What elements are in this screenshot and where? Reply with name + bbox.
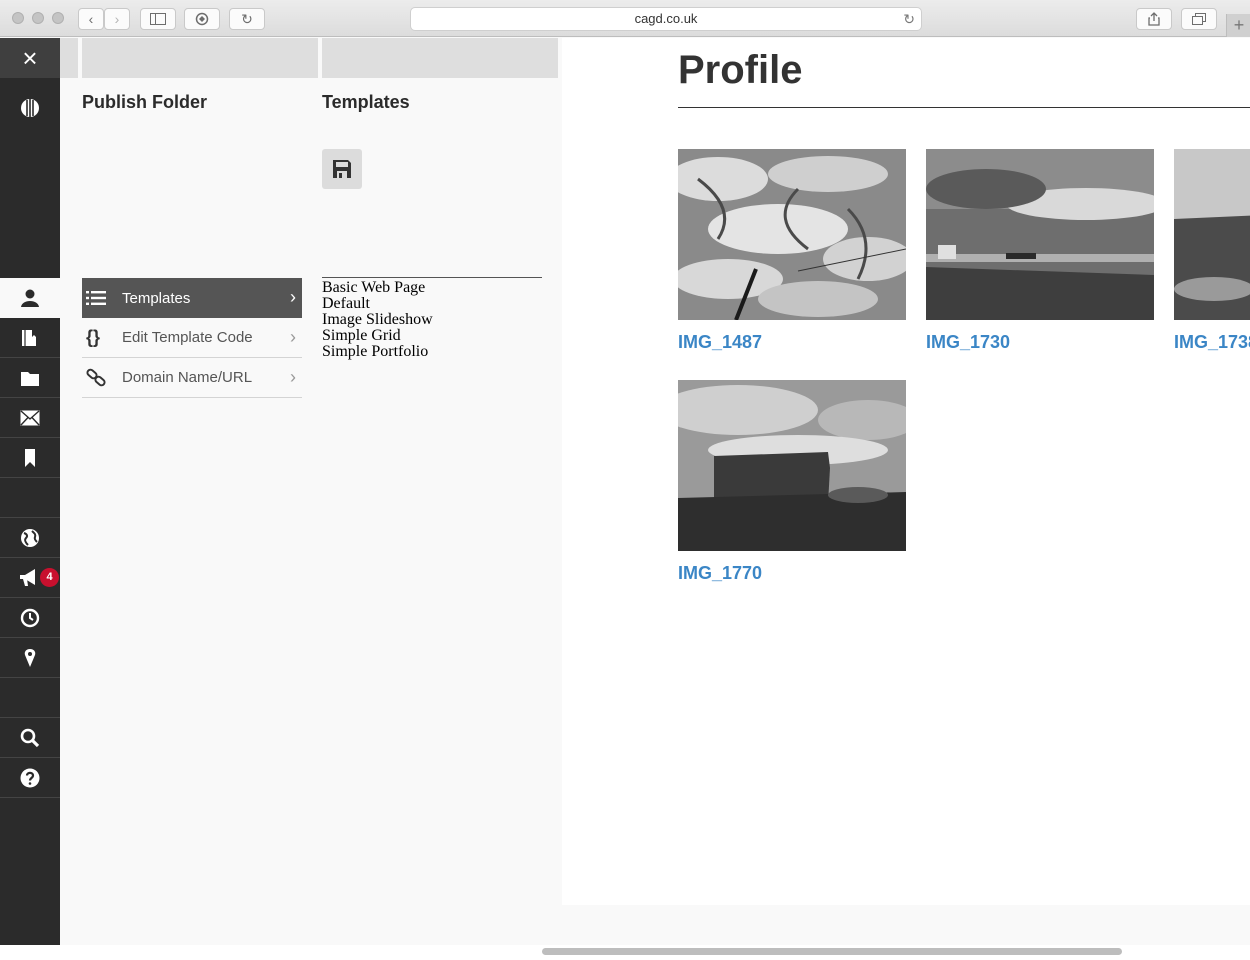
sidebar-item-announcements[interactable]: 4 (0, 558, 60, 598)
panel-tab-publish[interactable] (82, 38, 318, 78)
panel-tab-strip-left (60, 38, 78, 78)
close-window-button[interactable] (12, 12, 24, 24)
template-item[interactable]: Simple Grid (322, 328, 542, 344)
photo-caption[interactable]: IMG_1487 (678, 332, 906, 353)
sidebar-toggle-button[interactable] (140, 8, 176, 30)
chevron-right-icon: › (290, 367, 296, 387)
menu-item-edit-template-code[interactable]: {} Edit Template Code › (82, 318, 302, 358)
extension-icon (195, 12, 209, 26)
sidebar-item-publish[interactable] (0, 318, 60, 358)
template-item[interactable]: Image Slideshow (322, 312, 542, 328)
link-icon (86, 368, 106, 386)
sidebar-item-spacer (0, 478, 60, 518)
photo-card[interactable]: IMG_1487 (678, 149, 906, 353)
close-icon: × (22, 42, 38, 73)
sidebar-item-spacer-2 (0, 678, 60, 718)
panel-tab-templates[interactable] (322, 38, 558, 78)
share-icon (1148, 12, 1160, 26)
template-item[interactable]: Default (322, 296, 542, 312)
photo-card[interactable]: IMG_1730 (926, 149, 1154, 353)
sidebar-item-search[interactable] (0, 718, 60, 758)
browser-toolbar: ‹ › ↻ cagd.co.uk ↻ + (0, 0, 1250, 37)
sidebar-item-help[interactable] (0, 758, 60, 798)
sidebar-toggle-icon (150, 13, 166, 25)
sidebar-item-site[interactable] (0, 88, 60, 128)
address-bar[interactable]: cagd.co.uk ↻ (410, 7, 922, 31)
chevron-right-icon: › (290, 327, 296, 347)
list-icon (86, 291, 106, 305)
reload-icon[interactable]: ↻ (903, 8, 915, 30)
user-icon (21, 289, 39, 307)
world-icon (21, 528, 39, 547)
sidebar-item-mail[interactable] (0, 398, 60, 438)
reload-toolbar-button[interactable]: ↻ (229, 8, 265, 30)
photo-thumbnail[interactable] (678, 380, 906, 551)
publish-folder-menu: Templates › {} Edit Template Code › Doma… (82, 278, 302, 398)
photo-caption[interactable]: IMG_1770 (678, 563, 906, 584)
book-icon (22, 329, 36, 346)
template-item[interactable]: Basic Web Page (322, 280, 542, 296)
menu-item-label: Edit Template Code (122, 329, 253, 346)
photo-card[interactable]: IMG_1738 (1174, 149, 1250, 353)
page-title: Profile (678, 48, 803, 92)
bookmark-icon (25, 448, 35, 467)
sidebar-item-history[interactable] (0, 598, 60, 638)
menu-item-domain-name[interactable]: Domain Name/URL › (82, 358, 302, 398)
folder-icon (21, 371, 39, 386)
location-pin-icon (24, 648, 36, 667)
sidebar-item-location[interactable] (0, 638, 60, 678)
extension-button[interactable] (184, 8, 220, 30)
url-text: cagd.co.uk (634, 11, 698, 26)
page-preview: Profile IMG_1487 IMG_1730 IMG_1738 IMG_1… (562, 38, 1250, 905)
clock-icon (20, 608, 40, 627)
template-item[interactable]: Simple Portfolio (322, 344, 542, 360)
back-button[interactable]: ‹ (78, 8, 104, 30)
sidebar-item-bookmarks[interactable] (0, 438, 60, 478)
minimize-window-button[interactable] (32, 12, 44, 24)
tabs-icon (1192, 13, 1206, 25)
share-button[interactable] (1136, 8, 1172, 30)
photo-card[interactable]: IMG_1770 (678, 380, 906, 584)
forward-button[interactable]: › (104, 8, 130, 30)
photo-caption[interactable]: IMG_1738 (1174, 332, 1250, 353)
horizontal-scrollbar[interactable] (542, 948, 1122, 955)
menu-item-label: Templates (122, 289, 191, 307)
globe-icon (21, 99, 39, 117)
app-sidebar: × 4 (0, 38, 60, 945)
menu-item-templates[interactable]: Templates › (82, 278, 302, 318)
tab-overview-button[interactable] (1181, 8, 1217, 30)
save-button[interactable] (322, 149, 362, 189)
templates-title: Templates (322, 92, 410, 112)
publish-folder-title: Publish Folder (82, 92, 208, 112)
new-tab-button[interactable]: + (1226, 14, 1250, 37)
megaphone-icon (20, 568, 35, 586)
sidebar-item-files[interactable] (0, 358, 60, 398)
notification-badge: 4 (40, 568, 59, 587)
mail-icon (20, 409, 40, 425)
chevron-right-icon: › (290, 287, 296, 307)
photo-thumbnail[interactable] (678, 149, 906, 320)
sidebar-item-profile[interactable] (0, 278, 60, 318)
save-icon (333, 160, 351, 178)
title-divider (678, 107, 1250, 108)
photo-caption[interactable]: IMG_1730 (926, 332, 1154, 353)
close-button[interactable]: × (0, 38, 60, 78)
search-icon (20, 728, 40, 747)
help-icon (20, 768, 40, 787)
zoom-window-button[interactable] (52, 12, 64, 24)
braces-icon: {} (86, 327, 101, 347)
photo-thumbnail[interactable] (926, 149, 1154, 320)
template-list: Basic Web Page Default Image Slideshow S… (322, 277, 542, 360)
sidebar-item-web[interactable] (0, 518, 60, 558)
menu-item-label: Domain Name/URL (122, 369, 253, 386)
photo-thumbnail[interactable] (1174, 149, 1250, 320)
